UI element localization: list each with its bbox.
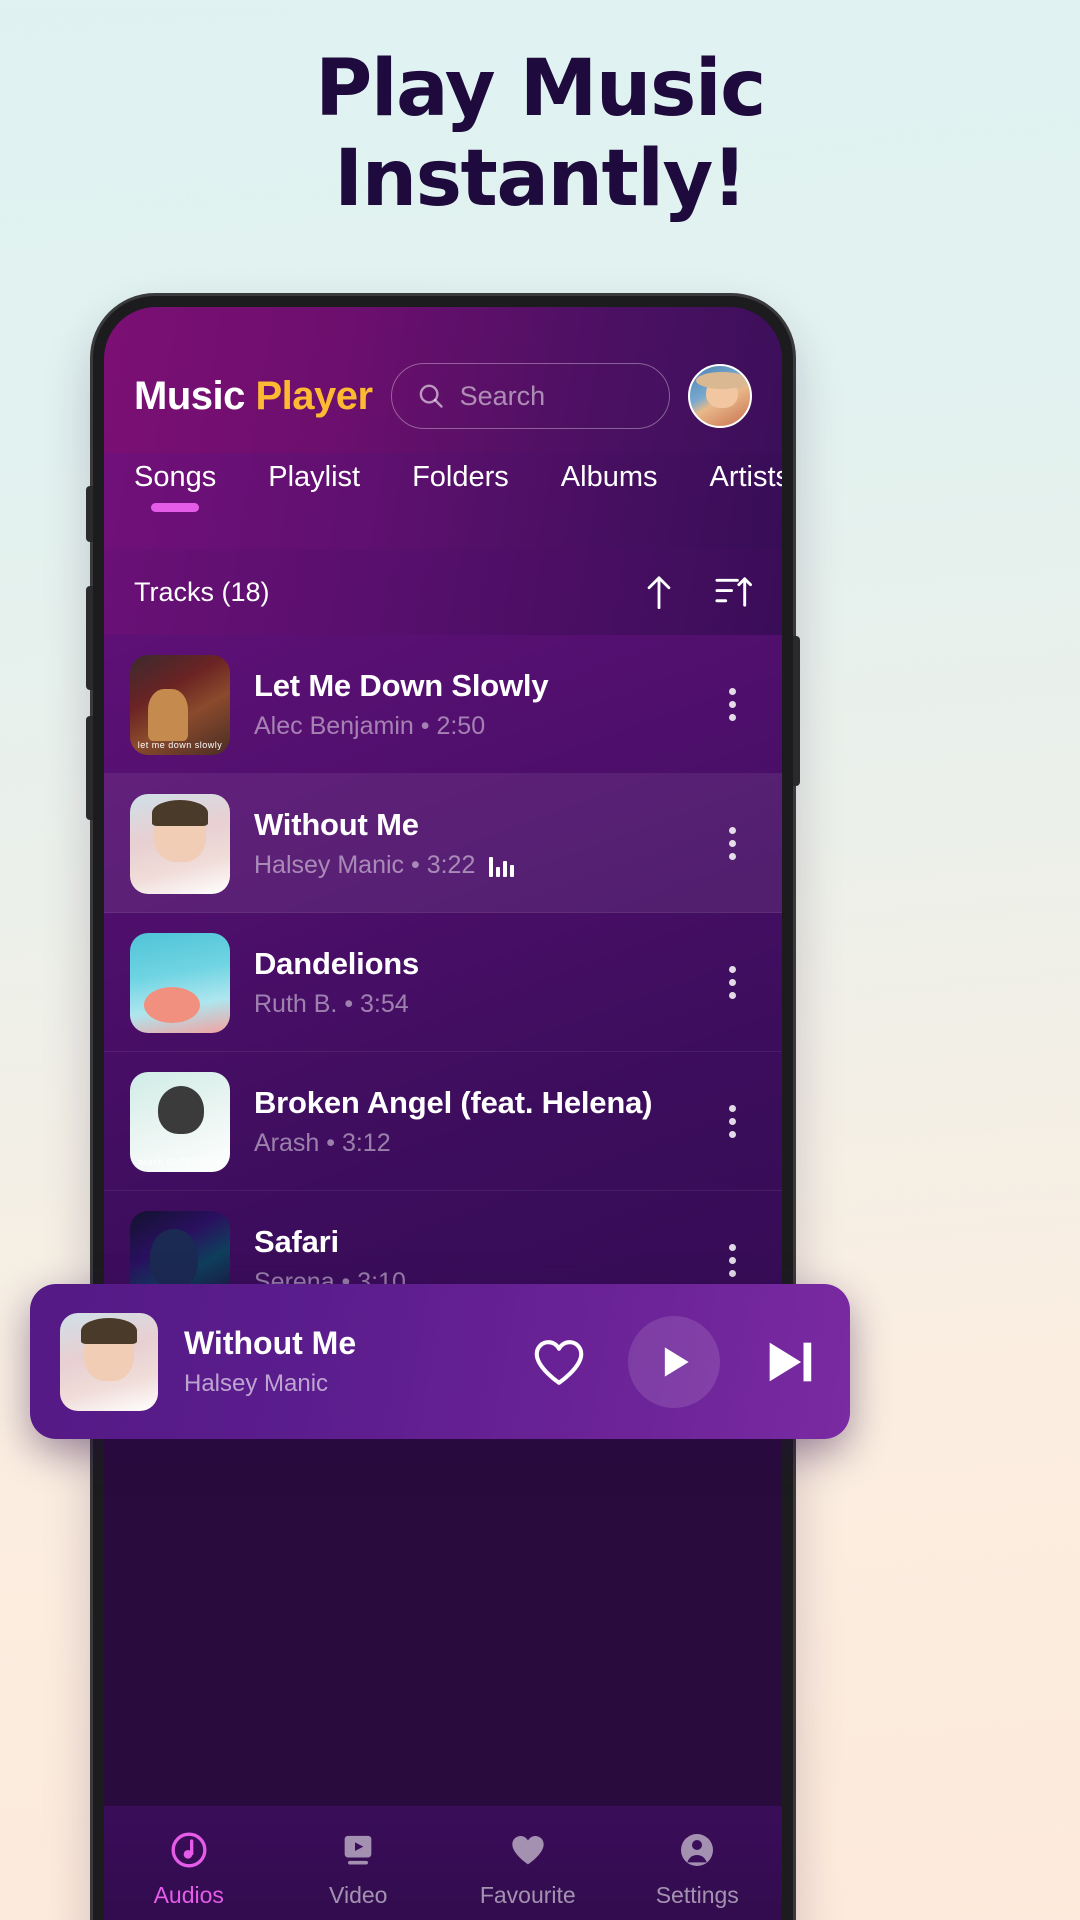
tab-artists-label: Artists	[709, 461, 783, 493]
tab-albums[interactable]: Albums	[561, 453, 658, 494]
account-icon	[681, 1834, 714, 1866]
track-subtitle: Arash • 3:12	[254, 1129, 391, 1157]
nav-item-favourite-label: Favourite	[479, 1882, 576, 1908]
sort-ascending-icon[interactable]	[714, 573, 752, 611]
nav-item-settings[interactable]: Settings	[613, 1830, 783, 1909]
tab-albums-label: Albums	[560, 461, 658, 493]
heart-filled-icon	[512, 1836, 544, 1865]
track-overflow-menu-icon[interactable]	[708, 1105, 756, 1138]
nav-item-settings-label: Settings	[655, 1882, 739, 1908]
album-art	[130, 932, 230, 1033]
search-icon	[419, 384, 443, 408]
tracks-header: Tracks (18)	[104, 549, 782, 635]
skip-next-icon[interactable]	[758, 1333, 820, 1391]
track-subtitle: Ruth B. • 3:54	[254, 990, 409, 1018]
phone-screen: Music Player Search Songs Playlist Folde…	[104, 307, 782, 1920]
tab-playlist-label: Playlist	[268, 461, 361, 493]
phone-volume-down-button	[86, 716, 93, 820]
arrow-up-icon[interactable]	[642, 573, 676, 611]
tab-folders-label: Folders	[412, 461, 509, 493]
track-overflow-menu-icon[interactable]	[708, 688, 756, 721]
table-row[interactable]: Dandelions Ruth B. • 3:54	[104, 913, 782, 1052]
bottom-navigation: Audios Video Favourite Settings	[104, 1806, 782, 1920]
track-overflow-menu-icon[interactable]	[708, 827, 756, 860]
track-subtitle: Halsey Manic • 3:22	[254, 851, 476, 879]
headline-line-2: Instantly!	[334, 134, 747, 225]
album-art: let me down slowly	[130, 654, 230, 755]
page-title: Play Music Instantly!	[0, 50, 1080, 225]
track-title: Let Me Down Slowly	[254, 668, 549, 703]
table-row[interactable]: let me down slowly Let Me Down Slowly Al…	[104, 635, 782, 774]
music-note-icon	[171, 1832, 207, 1868]
nav-item-audios[interactable]: Audios	[104, 1830, 274, 1909]
tab-active-indicator	[151, 503, 200, 512]
table-row[interactable]: arash SUPERMAN Broken Angel (feat. Helen…	[104, 1052, 782, 1191]
video-icon	[344, 1835, 372, 1865]
track-title: Without Me	[254, 807, 419, 842]
track-subtitle: Alec Benjamin • 2:50	[254, 712, 486, 740]
nav-item-video-label: Video	[329, 1882, 388, 1908]
brand-word-music: Music	[134, 373, 245, 418]
album-art	[130, 793, 230, 894]
mini-player-title: Without Me	[184, 1325, 357, 1361]
album-art-label: arash SUPERMAN	[138, 1156, 222, 1167]
play-icon	[664, 1346, 689, 1377]
mini-player-album-art	[60, 1312, 158, 1411]
heart-outline-icon[interactable]	[528, 1333, 590, 1391]
tab-bar: Songs Playlist Folders Albums Artists	[104, 453, 782, 549]
mini-player[interactable]: Without Me Halsey Manic	[30, 1284, 850, 1439]
track-overflow-menu-icon[interactable]	[708, 1244, 756, 1277]
tracks-count-label: Tracks (18)	[134, 576, 270, 607]
tab-folders[interactable]: Folders	[412, 453, 509, 494]
track-title: Safari	[254, 1224, 339, 1259]
table-row[interactable]: Without Me Halsey Manic • 3:22	[104, 774, 782, 913]
nav-item-video[interactable]: Video	[274, 1830, 444, 1909]
track-title: Broken Angel (feat. Helena)	[254, 1085, 653, 1120]
play-button[interactable]	[628, 1315, 720, 1408]
search-placeholder: Search	[459, 380, 546, 411]
brand-word-player: Player	[255, 373, 373, 418]
tab-playlist[interactable]: Playlist	[268, 453, 360, 494]
app-brand: Music Player	[134, 374, 373, 419]
nav-item-audios-label: Audios	[153, 1882, 224, 1908]
album-art: arash SUPERMAN	[130, 1071, 230, 1172]
now-playing-equalizer-icon	[489, 855, 515, 877]
tab-songs[interactable]: Songs	[134, 453, 217, 512]
track-overflow-menu-icon[interactable]	[708, 966, 756, 999]
tab-artists[interactable]: Artists	[710, 453, 783, 494]
nav-item-favourite[interactable]: Favourite	[443, 1830, 613, 1909]
mini-player-artist: Halsey Manic	[184, 1370, 329, 1397]
headline-line-1: Play Music	[315, 44, 766, 134]
track-title: Dandelions	[254, 946, 420, 981]
search-input[interactable]: Search	[390, 363, 670, 429]
tab-songs-label: Songs	[134, 461, 217, 493]
avatar[interactable]	[688, 364, 752, 428]
phone-mockup: Music Player Search Songs Playlist Folde…	[86, 296, 800, 1920]
phone-power-button	[793, 636, 800, 786]
phone-mute-switch	[86, 486, 93, 542]
album-art-label: let me down slowly	[137, 739, 223, 750]
phone-volume-up-button	[86, 586, 93, 690]
